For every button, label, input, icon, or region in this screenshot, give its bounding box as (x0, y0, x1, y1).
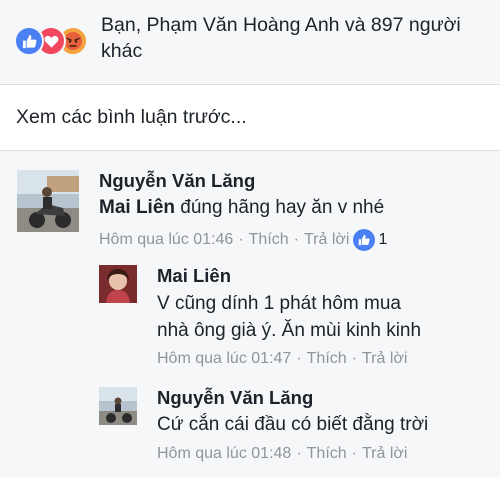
separator-dot: · (296, 350, 302, 367)
comment-author[interactable]: Mai Liên (157, 265, 231, 287)
avatar[interactable] (99, 387, 137, 425)
view-previous-comments-label[interactable]: Xem các bình luận trước... (16, 106, 247, 129)
comment-text: Mai Liên đúng hãng hay ăn v nhé (99, 194, 384, 221)
reply-link[interactable]: Trả lời (362, 445, 407, 463)
reactions-text[interactable]: Bạn, Phạm Văn Hoàng Anh và 897 người khá… (101, 12, 491, 64)
like-icon (353, 229, 376, 251)
reaction-icons (14, 26, 100, 56)
comment-body-line: V cũng dính 1 phát hôm mua (157, 293, 401, 314)
comment-meta: Hôm qua lúc 01:48 · Thích · Trả lời (157, 445, 407, 463)
avatar[interactable] (17, 170, 79, 232)
reply-link[interactable]: Trả lời (304, 231, 349, 249)
like-link[interactable]: Thích (307, 445, 347, 463)
divider (0, 84, 500, 85)
view-previous-comments[interactable]: Xem các bình luận trước... (0, 86, 500, 149)
separator-dot: · (351, 350, 357, 367)
comment-timestamp[interactable]: Hôm qua lúc 01:47 (157, 350, 291, 368)
like-icon (14, 26, 44, 56)
comment-meta: Hôm qua lúc 01:46 · Thích · Trả lời 1 (99, 229, 387, 251)
comment-body: đúng hãng hay ăn v nhé (180, 197, 385, 218)
comment-timestamp[interactable]: Hôm qua lúc 01:46 (99, 231, 233, 249)
separator-dot: · (293, 231, 299, 248)
like-link[interactable]: Thích (307, 350, 347, 368)
comment-meta: Hôm qua lúc 01:47 · Thích · Trả lời (157, 350, 407, 368)
comment-body-line: nhà ông già ý. Ăn mùi kinh kinh (157, 320, 422, 341)
like-link[interactable]: Thích (249, 231, 289, 249)
separator-dot: · (238, 231, 244, 248)
comment-like-count[interactable]: 1 (353, 229, 387, 251)
comment-timestamp[interactable]: Hôm qua lúc 01:48 (157, 445, 291, 463)
comment-author[interactable]: Nguyễn Văn Lăng (99, 170, 255, 192)
comment-body: Cứ cắn cái đầu có biết đằng trời (157, 414, 429, 435)
reply-link[interactable]: Trả lời (362, 350, 407, 368)
avatar[interactable] (99, 265, 137, 303)
separator-dot: · (351, 445, 357, 462)
like-count-number: 1 (378, 231, 388, 248)
comment-author[interactable]: Nguyễn Văn Lăng (157, 387, 313, 409)
mention-link[interactable]: Mai Liên (99, 197, 175, 218)
comment-list: Nguyễn Văn Lăng Mai Liên đúng hãng hay ă… (0, 151, 500, 478)
reactions-summary[interactable]: Bạn, Phạm Văn Hoàng Anh và 897 người khá… (0, 0, 500, 84)
separator-dot: · (296, 445, 302, 462)
